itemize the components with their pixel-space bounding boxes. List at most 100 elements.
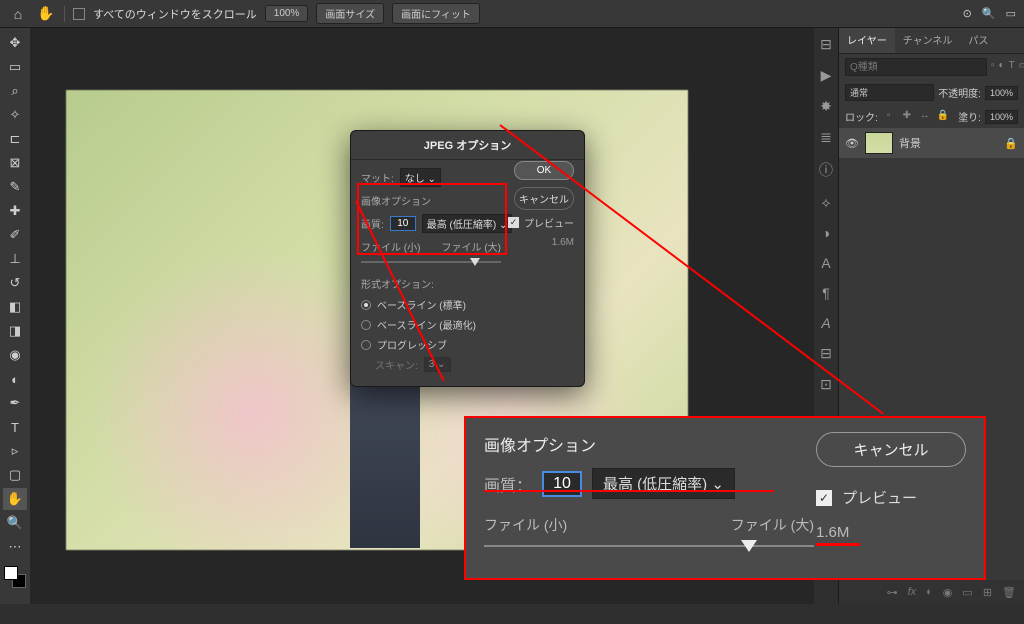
move-tool[interactable]: ✥ bbox=[3, 32, 27, 54]
radio-baseline-std[interactable]: ベースライン (標準) bbox=[361, 297, 574, 312]
shape-tool[interactable]: ▢ bbox=[3, 464, 27, 486]
new-icon[interactable]: ⊞ bbox=[983, 586, 992, 599]
panel-icon[interactable]: ⓘ bbox=[819, 160, 833, 180]
status-bar bbox=[0, 604, 1024, 624]
lock-icon[interactable]: ↔ bbox=[918, 110, 932, 124]
tab-channels[interactable]: チャンネル bbox=[895, 28, 961, 53]
stamp-tool[interactable]: ⊥ bbox=[3, 248, 27, 270]
callout-cancel-button[interactable]: キャンセル bbox=[816, 432, 966, 467]
blur-tool[interactable]: ◉ bbox=[3, 344, 27, 366]
filter-icon[interactable]: T bbox=[1009, 60, 1015, 74]
cancel-button[interactable]: キャンセル bbox=[514, 187, 574, 210]
panel-icon[interactable]: A bbox=[821, 255, 830, 271]
layer-thumbnail[interactable] bbox=[865, 132, 893, 154]
lock-icon[interactable]: ✚ bbox=[900, 110, 914, 124]
fit-screen-button[interactable]: 画面サイズ bbox=[316, 3, 384, 24]
fill-value[interactable]: 100% bbox=[985, 110, 1018, 124]
separator bbox=[64, 6, 65, 22]
scroll-all-checkbox[interactable] bbox=[73, 8, 85, 20]
crop-tool[interactable]: ⊏ bbox=[3, 128, 27, 150]
healing-tool[interactable]: ✚ bbox=[3, 200, 27, 222]
eyedropper-tool[interactable]: ✎ bbox=[3, 176, 27, 198]
filter-icon[interactable]: ◐ bbox=[999, 60, 1005, 74]
folder-icon[interactable]: ▭ bbox=[962, 586, 972, 599]
filter-icon[interactable]: ▭ bbox=[1019, 60, 1024, 74]
callout-preview[interactable]: ✓プレビュー bbox=[816, 487, 966, 508]
brush-tool[interactable]: ✐ bbox=[3, 224, 27, 246]
hand-tool-icon[interactable]: ✋ bbox=[36, 5, 56, 22]
frame-tool[interactable]: ⊠ bbox=[3, 152, 27, 174]
eraser-tool[interactable]: ◧ bbox=[3, 296, 27, 318]
quality-input[interactable]: 10 bbox=[390, 216, 416, 231]
color-swatch[interactable] bbox=[4, 566, 26, 588]
layers-footer: ⊶ fx ◐ ◉ ▭ ⊞ 🗑 bbox=[839, 580, 1024, 604]
path-tool[interactable]: ▹ bbox=[3, 440, 27, 462]
callout-slider[interactable] bbox=[484, 539, 814, 555]
type-tool[interactable]: T bbox=[3, 416, 27, 438]
scroll-all-label: すべてのウィンドウをスクロール bbox=[93, 6, 257, 22]
search-icon[interactable]: 🔍 bbox=[982, 7, 996, 20]
filter-icon[interactable]: ▫ bbox=[991, 60, 995, 74]
panel-icon[interactable]: ◑ bbox=[822, 225, 830, 241]
panel-icon[interactable]: ▶ bbox=[821, 67, 832, 84]
panel-icon[interactable]: ⊡ bbox=[820, 376, 832, 393]
radio-progressive[interactable]: プログレッシブ bbox=[361, 337, 574, 352]
lasso-tool[interactable]: ⌕ bbox=[3, 80, 27, 102]
lock-icon: 🔒 bbox=[1004, 137, 1018, 150]
mask-icon[interactable]: ◐ bbox=[926, 586, 933, 598]
fx-icon[interactable]: fx bbox=[908, 586, 917, 598]
filesize-label: 1.6M bbox=[552, 237, 574, 248]
quality-preset[interactable]: 最高 (低圧縮率) ⌄ bbox=[422, 214, 513, 233]
callout-quality-preset[interactable]: 最高 (低圧縮率) ⌄ bbox=[592, 468, 735, 499]
panel-icon[interactable]: ¶ bbox=[822, 285, 830, 301]
preview-checkbox[interactable]: ✓プレビュー bbox=[508, 215, 574, 230]
lock-icon[interactable]: ▫ bbox=[882, 110, 896, 124]
matte-select[interactable]: なし ⌄ bbox=[400, 168, 441, 187]
zoom-level[interactable]: 100% bbox=[265, 5, 309, 22]
callout-filesize: 1.6M bbox=[816, 524, 966, 541]
panel-icon[interactable]: A bbox=[821, 315, 830, 331]
marquee-tool[interactable]: ▭ bbox=[3, 56, 27, 78]
panel-icon[interactable]: ✸ bbox=[820, 98, 832, 115]
annotation-callout: 画像オプション 画質： 10 最高 (低圧縮率) ⌄ ファイル (小) ファイル… bbox=[464, 416, 986, 580]
scans-label: スキャン: bbox=[375, 357, 418, 372]
callout-slider-large: ファイル (大) bbox=[731, 515, 814, 535]
annotation-underline bbox=[484, 490, 774, 492]
visibility-icon[interactable]: 👁 bbox=[845, 137, 859, 150]
history-brush-tool[interactable]: ↺ bbox=[3, 272, 27, 294]
dodge-tool[interactable]: ◐ bbox=[3, 368, 27, 390]
panel-icon[interactable]: ⊟ bbox=[820, 345, 832, 362]
callout-slider-small: ファイル (小) bbox=[484, 515, 567, 535]
lock-icon[interactable]: 🔒 bbox=[936, 110, 950, 124]
edit-toolbar[interactable]: ⋯ bbox=[3, 536, 27, 558]
options-bar: ⌂ ✋ すべてのウィンドウをスクロール 100% 画面サイズ 画面にフィット ⊙… bbox=[0, 0, 1024, 28]
panel-tabs: レイヤー チャンネル パス bbox=[839, 28, 1024, 54]
workspace-icon[interactable]: ▭ bbox=[1006, 7, 1016, 20]
tab-layers[interactable]: レイヤー bbox=[839, 28, 895, 53]
hand-tool[interactable]: ✋ bbox=[3, 488, 27, 510]
pen-tool[interactable]: ✒ bbox=[3, 392, 27, 414]
panel-icon[interactable]: ≣ bbox=[820, 129, 832, 146]
opacity-value[interactable]: 100% bbox=[985, 86, 1018, 100]
lock-label: ロック: bbox=[845, 109, 878, 124]
tab-paths[interactable]: パス bbox=[960, 28, 996, 53]
trash-icon[interactable]: 🗑 bbox=[1002, 586, 1016, 599]
gradient-tool[interactable]: ◨ bbox=[3, 320, 27, 342]
link-icon[interactable]: ⊶ bbox=[887, 586, 898, 599]
layer-row[interactable]: 👁 背景 🔒 bbox=[839, 128, 1024, 158]
panel-icon[interactable]: ⟡ bbox=[821, 194, 830, 211]
adjust-icon[interactable]: ◉ bbox=[943, 586, 953, 599]
blend-mode[interactable]: 通常 bbox=[845, 84, 934, 101]
dialog-title: JPEG オプション bbox=[351, 131, 584, 160]
radio-baseline-opt[interactable]: ベースライン (最適化) bbox=[361, 317, 574, 332]
home-icon[interactable]: ⌂ bbox=[8, 6, 28, 22]
zoom-tool[interactable]: 🔍 bbox=[3, 512, 27, 534]
fit-window-button[interactable]: 画面にフィット bbox=[392, 3, 480, 24]
cloud-icon[interactable]: ⊙ bbox=[963, 7, 972, 20]
layer-filter[interactable] bbox=[845, 58, 987, 76]
wand-tool[interactable]: ✧ bbox=[3, 104, 27, 126]
ok-button[interactable]: OK bbox=[514, 161, 574, 180]
tools-panel: ✥ ▭ ⌕ ✧ ⊏ ⊠ ✎ ✚ ✐ ⊥ ↺ ◧ ◨ ◉ ◐ ✒ T ▹ ▢ ✋ … bbox=[0, 28, 30, 604]
callout-quality-value[interactable]: 10 bbox=[542, 471, 582, 497]
panel-icon[interactable]: ⊟ bbox=[820, 36, 832, 53]
